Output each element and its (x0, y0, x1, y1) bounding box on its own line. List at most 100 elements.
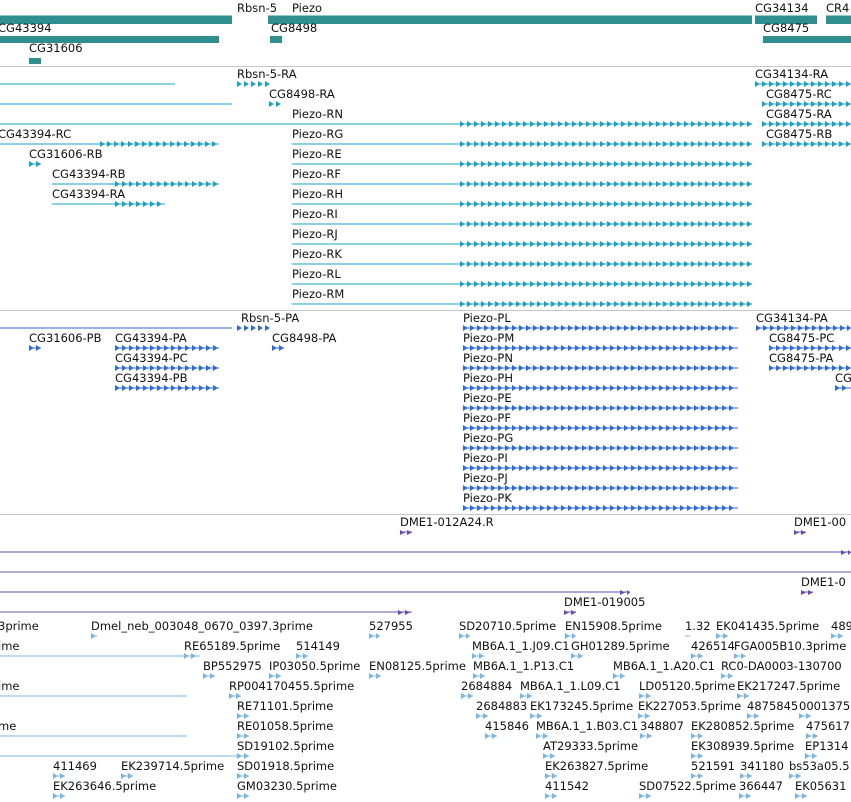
feature-rbsn-5-ra[interactable] (0, 81, 270, 87)
feature-label[interactable]: Piezo-RI (292, 208, 338, 221)
feature-dme1-019005[interactable] (564, 610, 576, 615)
feature-label[interactable]: MB6A.1_1.P13.C1 (473, 660, 574, 673)
feature-piezo-rn[interactable] (0, 121, 752, 127)
feature-348807[interactable] (640, 733, 652, 739)
feature-label[interactable]: CG31606 (29, 42, 83, 55)
feature-label[interactable]: 426514 (691, 640, 735, 653)
feature-cg31606-pb[interactable] (29, 345, 41, 351)
feature-label[interactable]: Piezo-PL (463, 312, 511, 325)
feature-label[interactable]: CG8498 (271, 22, 317, 35)
feature-cg[interactable] (835, 385, 851, 391)
feature-label[interactable]: 521591 (691, 760, 735, 773)
feature-label[interactable]: GM03230.5prime (237, 780, 337, 793)
feature-label[interactable]: 475617 (806, 720, 850, 733)
feature-label[interactable]: Piezo-PN (463, 352, 513, 365)
feature-label[interactable]: CG8475-PA (769, 352, 833, 365)
feature-label[interactable]: DME1-012A24.R (400, 516, 494, 529)
feature-label[interactable]: EN15908.5prime (565, 620, 662, 633)
feature-sd20710-5prime[interactable] (459, 633, 470, 639)
feature-label[interactable]: Rbsn-5 (237, 2, 277, 15)
feature-label[interactable]: EN08125.5prime (369, 660, 466, 673)
feature-label[interactable]: 411542 (545, 780, 589, 793)
feature-label[interactable]: CG8498-PA (272, 332, 336, 345)
feature-label[interactable]: MB6A.1_1.A20.C1 (613, 660, 715, 673)
feature-label[interactable]: LD05120.5prime (639, 680, 735, 693)
feature-label[interactable]: FGA005B10.3prime (734, 640, 846, 653)
feature-label[interactable]: DME1-00 (794, 516, 846, 529)
feature-sd07522-5prime[interactable] (639, 793, 651, 799)
feature-label[interactable]: me (0, 720, 16, 733)
feature-label[interactable]: CG43394-PB (115, 372, 188, 385)
feature-label[interactable]: IP03050.5prime (269, 660, 360, 673)
feature-label[interactable]: CG8475-RB (766, 128, 832, 141)
feature-label[interactable]: ime (0, 640, 19, 653)
feature-label[interactable]: EK041435.5prime (716, 620, 819, 633)
feature-label[interactable]: 4875845 (747, 700, 798, 713)
feature-label[interactable]: Rbsn-5-RA (237, 68, 297, 81)
feature-label[interactable]: EK217247.5prime (737, 680, 840, 693)
feature-label[interactable]: 366447 (739, 780, 783, 793)
feature-piezo-ri[interactable] (292, 221, 752, 227)
feature-label[interactable]: RE71101.5prime (237, 700, 333, 713)
feature-cg31606-rb[interactable] (29, 161, 41, 167)
feature-ek263646-5prime[interactable] (53, 793, 65, 799)
feature-dme1-00[interactable] (794, 530, 806, 535)
feature-dmel-neb-003048-0670-0397-3prime[interactable] (91, 633, 97, 639)
feature-label[interactable]: Piezo-RM (292, 288, 344, 301)
feature-label[interactable]: 411469 (53, 760, 97, 773)
feature-piezo[interactable] (268, 15, 752, 24)
feature-label[interactable]: BP552975 (203, 660, 262, 673)
feature-label[interactable]: 514149 (296, 640, 340, 653)
feature-label[interactable]: Dmel_neb_003048_0670_0397.3prime (91, 620, 313, 633)
feature-label[interactable]: Piezo-PF (463, 412, 511, 425)
feature-label[interactable]: Piezo-RK (292, 248, 342, 261)
feature-cg8475[interactable] (763, 36, 851, 43)
feature-label[interactable]: 348807 (640, 720, 684, 733)
feature-label[interactable]: CR4 (826, 2, 849, 15)
feature-label[interactable]: Piezo-PE (463, 392, 512, 405)
feature-2684884[interactable] (461, 693, 473, 699)
feature-label[interactable]: Piezo-PG (463, 432, 513, 445)
feature-piezo-rf[interactable] (292, 181, 752, 187)
feature-label[interactable]: CG43394 (0, 22, 52, 35)
feature-label[interactable]: Piezo-PH (463, 372, 513, 385)
feature-label[interactable]: RE01058.5prime (237, 720, 333, 733)
feature-label[interactable]: CG8475-PC (769, 332, 834, 345)
feature-label[interactable]: Piezo-RJ (292, 228, 338, 241)
feature-label[interactable]: 3prime (0, 620, 39, 633)
feature-label[interactable]: EK263827.5prime (545, 760, 648, 773)
feature-label[interactable]: Piezo-PJ (463, 472, 508, 485)
feature-label[interactable]: Piezo (292, 2, 322, 15)
feature-label[interactable]: Piezo-RE (292, 148, 342, 161)
feature-label[interactable]: Piezo-RG (292, 128, 343, 141)
feature-label[interactable]: Rbsn-5-PA (241, 312, 299, 325)
feature-cg43394-pb[interactable] (115, 385, 219, 391)
feature-feature[interactable] (0, 610, 412, 615)
feature-ek05631[interactable] (795, 793, 807, 799)
feature-label[interactable]: EK308939.5prime (691, 740, 794, 753)
feature-label[interactable]: EK280852.5prime (691, 720, 794, 733)
feature-cg31606[interactable] (29, 58, 41, 64)
feature-cg8498-pa[interactable] (272, 345, 284, 351)
feature-label[interactable]: 527955 (369, 620, 413, 633)
feature-label[interactable]: RC0-DA0003-130700 (721, 660, 842, 673)
feature-piezo-rj[interactable] (292, 241, 752, 247)
feature-label[interactable]: MB6A.1_1.J09.C1 (472, 640, 570, 653)
feature-415846[interactable] (485, 733, 497, 739)
feature-label[interactable]: EK05631 (795, 780, 846, 793)
feature-527955[interactable] (369, 633, 380, 639)
feature-piezo-rh[interactable] (292, 201, 752, 207)
feature-label[interactable]: CG8475 (763, 22, 809, 35)
feature-label[interactable]: Piezo-RH (292, 188, 343, 201)
feature-piezo-rl[interactable] (292, 281, 752, 287)
feature-label[interactable]: CG8475-RA (766, 108, 832, 121)
feature-label[interactable]: RP004170455.5prime (229, 680, 354, 693)
feature-label[interactable]: Piezo-RL (292, 268, 341, 281)
feature-label[interactable]: CG43394-RB (52, 168, 126, 181)
feature-label[interactable]: CG43394-RC (0, 128, 71, 141)
feature-366447[interactable] (739, 793, 751, 799)
feature-label[interactable]: CG31606-RB (29, 148, 103, 161)
feature-piezo-rk[interactable] (292, 261, 752, 267)
feature-label[interactable]: 2684883 (476, 700, 527, 713)
feature-label[interactable]: MB6A.1_1.L09.C1 (520, 680, 621, 693)
